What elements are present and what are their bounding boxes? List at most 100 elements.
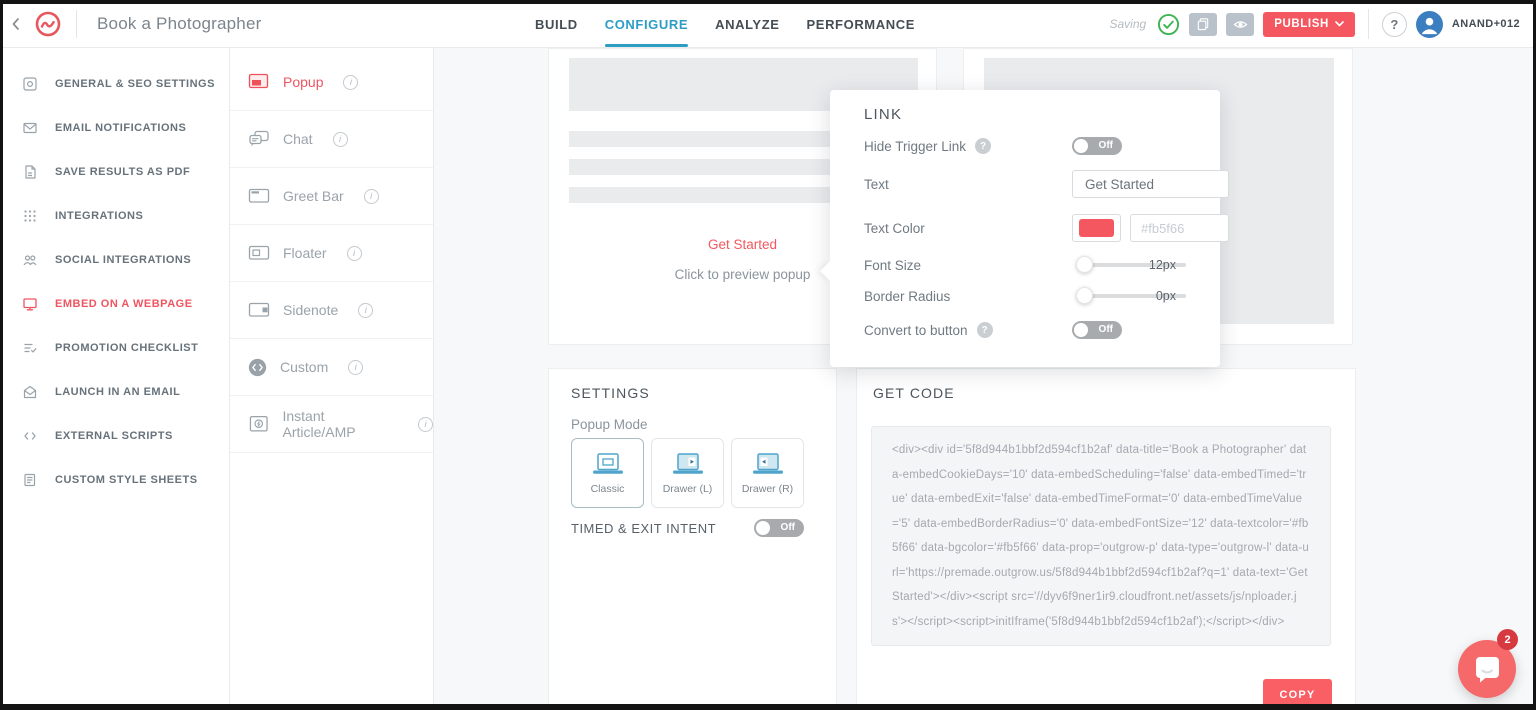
info-icon[interactable]: i (348, 360, 363, 375)
mode-drawer-right[interactable]: Drawer (R) (731, 438, 804, 508)
widget-item-floater[interactable]: Floater i (230, 225, 433, 282)
people-icon (22, 252, 38, 268)
chevron-left-icon (9, 16, 22, 32)
text-label: Text (864, 177, 889, 192)
tab-configure[interactable]: CONFIGURE (605, 0, 688, 48)
info-icon[interactable]: i (418, 417, 433, 432)
toggle-knob (756, 521, 770, 535)
eye-icon (1233, 17, 1248, 32)
sidebar-item-save-pdf[interactable]: SAVE RESULTS AS PDF (0, 150, 229, 194)
info-icon[interactable]: i (343, 75, 358, 90)
sidebar-item-custom-stylesheets[interactable]: CUSTOM STYLE SHEETS (0, 458, 229, 502)
header-actions: Saving PUBLISH ? (1110, 0, 1521, 48)
toggle-state-label: Off (1099, 137, 1113, 155)
info-icon[interactable]: i (333, 132, 348, 147)
sidebar-item-social-integrations[interactable]: SOCIAL INTEGRATIONS (0, 238, 229, 282)
toggle-state-label: Off (781, 519, 795, 537)
chat-icon (248, 130, 270, 148)
widget-item-chat[interactable]: Chat i (230, 111, 433, 168)
sidebar-item-integrations[interactable]: INTEGRATIONS (0, 194, 229, 238)
info-icon[interactable]: i (358, 303, 373, 318)
widget-item-sidenote[interactable]: Sidenote i (230, 282, 433, 339)
hide-trigger-toggle[interactable]: Off (1072, 137, 1122, 155)
popup-icon (248, 73, 270, 91)
font-size-value: 12px (1149, 251, 1176, 279)
info-icon[interactable]: i (364, 189, 379, 204)
sidebar-item-embed-webpage[interactable]: EMBED ON A WEBPAGE (0, 282, 229, 326)
widget-item-instant-article-amp[interactable]: Instant Article/AMP i (230, 396, 433, 453)
mode-drawer-left[interactable]: Drawer (L) (651, 438, 724, 508)
outgrow-logo-icon[interactable] (34, 10, 62, 38)
widget-item-popup[interactable]: Popup i (230, 54, 433, 111)
checklist-icon (22, 340, 38, 356)
sidebar-item-launch-email[interactable]: LAUNCH IN AN EMAIL (0, 370, 229, 414)
help-icon[interactable]: ? (975, 138, 991, 154)
header-divider (76, 10, 77, 38)
color-swatch[interactable] (1072, 214, 1121, 242)
get-code-card: GET CODE <div><div id='5f8d944b1bbf2d594… (856, 368, 1356, 710)
monitor-icon (22, 296, 38, 312)
help-button[interactable]: ? (1382, 12, 1407, 37)
hide-trigger-row: Hide Trigger Link? Off (864, 132, 1198, 160)
tab-build[interactable]: BUILD (535, 0, 578, 48)
copy-button[interactable]: COPY (1263, 679, 1332, 710)
convert-toggle[interactable]: Off (1072, 321, 1122, 339)
mode-classic[interactable]: Classic (571, 438, 644, 508)
duplicate-button[interactable] (1189, 13, 1217, 36)
get-code-title: GET CODE (873, 385, 955, 401)
main-nav-tabs: BUILD CONFIGURE ANALYZE PERFORMANCE (535, 0, 915, 48)
settings-sidebar: GENERAL & SEO SETTINGS EMAIL NOTIFICATIO… (0, 48, 230, 710)
border-radius-row: Border Radius 0px (864, 282, 1198, 310)
app-window: Book a Photographer BUILD CONFIGURE ANAL… (0, 0, 1536, 710)
trigger-text-input[interactable] (1072, 170, 1229, 198)
hide-trigger-label: Hide Trigger Link (864, 139, 966, 154)
tab-analyze[interactable]: ANALYZE (715, 0, 779, 48)
sidebar-item-external-scripts[interactable]: EXTERNAL SCRIPTS (0, 414, 229, 458)
classic-mode-icon (589, 451, 627, 477)
info-icon[interactable]: i (347, 246, 362, 261)
chat-bubble-icon (1472, 654, 1502, 684)
slider-knob[interactable] (1076, 287, 1093, 304)
hex-color-input[interactable] (1130, 214, 1229, 242)
embed-code-box[interactable]: <div><div id='5f8d944b1bbf2d594cf1b2af' … (871, 426, 1331, 646)
convert-button-row: Convert to button? Off (864, 316, 1198, 344)
sidebar-item-general-seo[interactable]: GENERAL & SEO SETTINGS (0, 62, 229, 106)
header-left: Book a Photographer (0, 0, 261, 48)
saving-status: Saving (1110, 17, 1147, 31)
link-settings-panel: LINK Hide Trigger Link? Off Text Text Co… (830, 90, 1220, 367)
copy-icon (1196, 17, 1210, 31)
settings-icon (22, 76, 38, 92)
widget-item-custom[interactable]: Custom i (230, 339, 433, 396)
settings-card: SETTINGS Popup Mode Classic Drawer (L) (548, 368, 837, 710)
header-divider (1368, 9, 1369, 39)
widget-item-greet-bar[interactable]: Greet Bar i (230, 168, 433, 225)
help-icon[interactable]: ? (977, 322, 993, 338)
drawer-left-mode-icon (669, 451, 707, 477)
saved-check-icon (1157, 13, 1180, 36)
widget-type-menu: Popup i Chat i Greet Bar i Floater i Sid… (230, 48, 434, 710)
slider-knob[interactable] (1076, 256, 1093, 273)
pdf-icon (22, 164, 38, 180)
chevron-down-icon (1335, 21, 1344, 27)
text-row: Text (864, 170, 1198, 198)
back-button[interactable] (0, 0, 30, 48)
open-envelope-icon (22, 384, 38, 400)
border-radius-label: Border Radius (864, 289, 950, 304)
sidebar-item-promotion-checklist[interactable]: PROMOTION CHECKLIST (0, 326, 229, 370)
publish-label: PUBLISH (1274, 18, 1329, 30)
tab-performance[interactable]: PERFORMANCE (807, 0, 915, 48)
grid-dots-icon (22, 208, 38, 224)
font-size-label: Font Size (864, 258, 921, 273)
publish-button[interactable]: PUBLISH (1263, 12, 1355, 37)
custom-icon (248, 358, 267, 377)
color-swatch-fill (1079, 219, 1114, 237)
user-icon (1416, 11, 1443, 38)
sidebar-item-email-notifications[interactable]: EMAIL NOTIFICATIONS (0, 106, 229, 150)
font-size-row: Font Size 12px (864, 251, 1198, 279)
avatar[interactable] (1416, 11, 1443, 38)
settings-title: SETTINGS (571, 385, 650, 401)
code-icon (22, 428, 38, 444)
greetbar-icon (248, 187, 270, 205)
preview-button[interactable] (1226, 13, 1254, 36)
timed-exit-toggle[interactable]: Off (754, 519, 804, 537)
